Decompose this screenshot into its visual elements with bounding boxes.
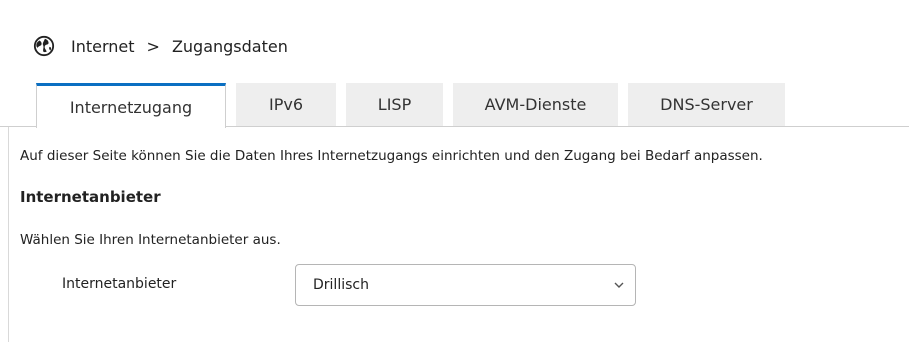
tab-lisp[interactable]: LISP <box>346 83 443 126</box>
content-left-border <box>8 126 9 342</box>
tab-ipv6[interactable]: IPv6 <box>236 83 336 126</box>
provider-select[interactable]: Drillisch <box>295 264 636 306</box>
breadcrumb-current: Zugangsdaten <box>171 36 288 56</box>
tab-internetzugang[interactable]: Internetzugang <box>36 83 226 128</box>
tab-dns-server[interactable]: DNS-Server <box>628 83 785 126</box>
provider-instruction: Wählen Sie Ihren Internetanbieter aus. <box>20 232 281 248</box>
provider-field-label: Internetanbieter <box>62 276 177 292</box>
breadcrumb-internet-link[interactable]: Internet <box>71 37 135 56</box>
globe-icon <box>33 35 55 57</box>
chevron-down-icon <box>614 282 624 288</box>
section-title: Internetanbieter <box>20 188 161 206</box>
breadcrumb-separator: > <box>146 36 160 56</box>
provider-select-value: Drillisch <box>313 277 369 293</box>
tab-bar: Internetzugang IPv6 LISP AVM-Dienste DNS… <box>36 83 795 128</box>
tab-avm-dienste[interactable]: AVM-Dienste <box>453 83 618 126</box>
breadcrumb: Internet > Zugangsdaten <box>33 33 288 59</box>
page-description: Auf dieser Seite können Sie die Daten Ih… <box>20 148 763 164</box>
